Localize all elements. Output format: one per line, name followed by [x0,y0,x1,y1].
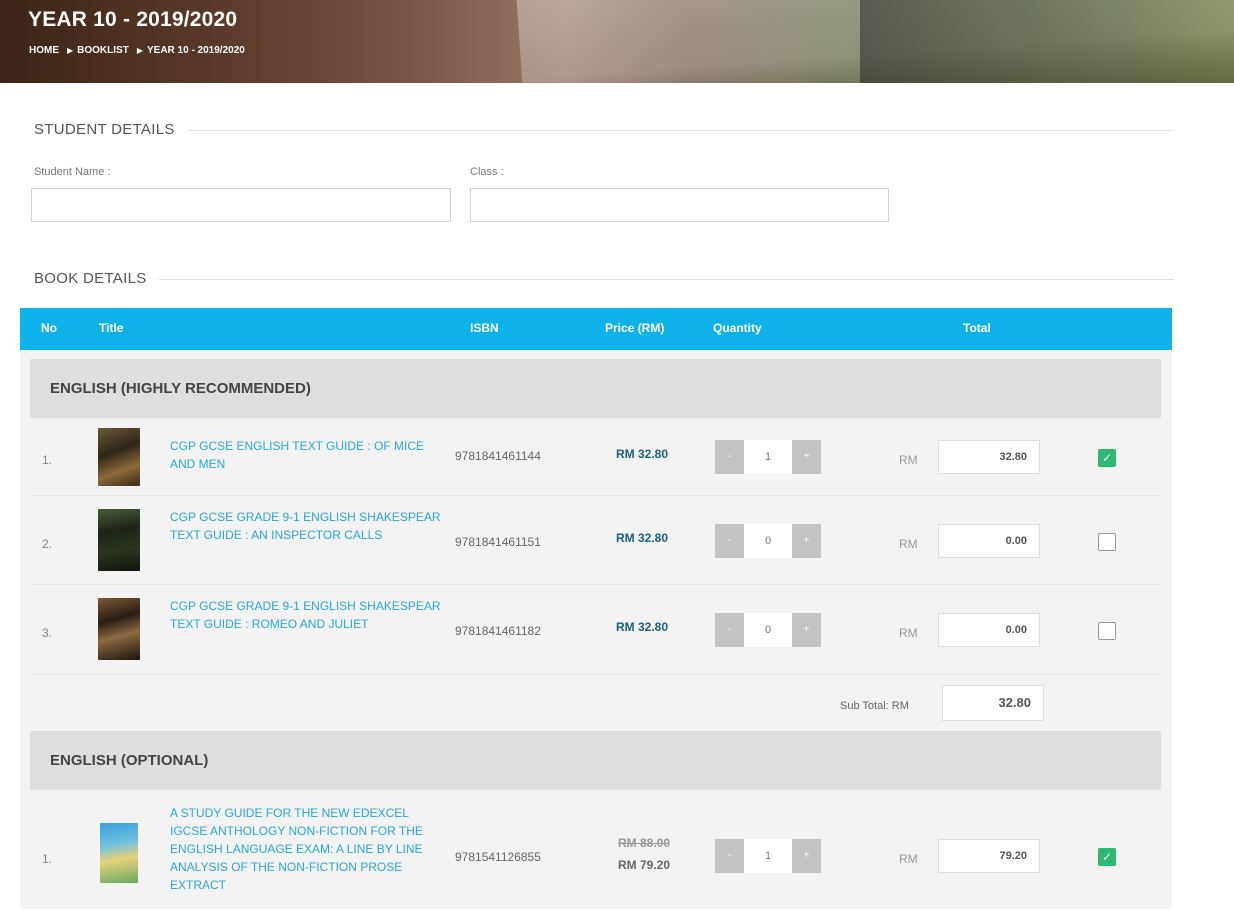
price: RM 32.80 [616,531,669,545]
price: RM 32.80 [616,620,669,634]
subtotal-value: 32.80 [942,685,1044,721]
row-number: 3. [42,626,53,640]
book-cover-image [98,428,140,486]
row-total: 79.20 [938,839,1040,873]
qty-plus-button[interactable]: + [792,613,821,647]
student-details-heading: STUDENT DETAILS [34,121,187,138]
col-title: Title [99,321,124,335]
qty-minus-button[interactable]: - [715,613,744,647]
student-name-label: Student Name : [34,166,111,178]
subtotal-row: Sub Total: RM 32.80 [20,675,1172,731]
qty-minus-button[interactable]: - [715,839,744,873]
book-cover-image [98,509,140,571]
book-title-link[interactable]: CGP GCSE ENGLISH TEXT GUIDE : OF MICE AN… [170,437,442,473]
row-total: 32.80 [938,440,1040,474]
qty-value[interactable]: 0 [744,524,792,558]
book-title-link[interactable]: CGP GCSE GRADE 9-1 ENGLISH SHAKESPEAR TE… [170,508,442,544]
qty-plus-button[interactable]: + [792,839,821,873]
student-name-input[interactable] [31,188,451,222]
book-table-body: ENGLISH (HIGHLY RECOMMENDED) 1. CGP GCSE… [20,350,1172,909]
isbn: 9781541126855 [455,850,541,864]
breadcrumb: HOME ▶ BOOKLIST ▶ YEAR 10 - 2019/2020 [29,45,249,56]
book-cover-image [98,598,140,660]
table-row: 1. CGP GCSE ENGLISH TEXT GUIDE : OF MICE… [20,418,1172,496]
original-price: RM 88.00 [618,836,671,850]
row-total: 0.00 [938,524,1040,558]
checkmark-icon: ✓ [1101,850,1113,864]
col-quantity: Quantity [713,321,762,335]
price: RM 79.20 [618,858,671,872]
table-row: 3. CGP GCSE GRADE 9-1 ENGLISH SHAKESPEAR… [20,585,1172,675]
currency-label: RM [899,453,918,467]
page-banner: YEAR 10 - 2019/2020 HOME ▶ BOOKLIST ▶ YEAR 1… [0,0,1234,83]
qty-plus-button[interactable]: + [792,524,821,558]
col-total: Total [963,321,991,335]
isbn: 9781841461151 [455,535,541,549]
table-row: 1. A STUDY GUIDE FOR THE NEW EDEXCEL IGC… [20,790,1172,920]
qty-minus-button[interactable]: - [715,524,744,558]
row-total: 0.00 [938,613,1040,647]
book-details-heading: BOOK DETAILS [34,270,159,287]
col-no: No [41,321,57,335]
quantity-stepper: - 0 + [715,613,821,647]
row-number: 1. [42,852,53,866]
select-checkbox[interactable]: ✓ [1098,449,1116,467]
col-isbn: ISBN [470,321,499,335]
qty-value[interactable]: 1 [744,839,792,873]
triangle-right-icon: ▶ [136,46,143,55]
book-title-link[interactable]: A STUDY GUIDE FOR THE NEW EDEXCEL IGCSE … [170,804,442,894]
qty-minus-button[interactable]: - [715,440,744,474]
category-header: ENGLISH (OPTIONAL) [30,731,1161,790]
book-cover-image [100,823,138,883]
qty-value[interactable]: 0 [744,613,792,647]
page-title: YEAR 10 - 2019/2020 [28,8,238,31]
checkmark-icon: ✓ [1101,451,1113,465]
triangle-right-icon: ▶ [67,46,74,55]
currency-label: RM [899,537,918,551]
qty-value[interactable]: 1 [744,440,792,474]
select-checkbox[interactable] [1098,533,1116,551]
qty-plus-button[interactable]: + [792,440,821,474]
price: RM 32.80 [616,447,669,461]
quantity-stepper: - 0 + [715,524,821,558]
category-header: ENGLISH (HIGHLY RECOMMENDED) [30,359,1161,418]
isbn: 9781841461182 [455,624,541,638]
col-price: Price (RM) [605,321,665,335]
currency-label: RM [899,626,918,640]
row-number: 1. [42,453,53,467]
class-input[interactable] [470,188,889,222]
select-checkbox[interactable]: ✓ [1098,848,1116,866]
class-label: Class : [470,166,504,178]
breadcrumb-home[interactable]: HOME [29,45,59,56]
subtotal-label: Sub Total: RM [840,700,909,712]
book-table-header: No Title ISBN Price (RM) Quantity Total [20,308,1172,350]
quantity-stepper: - 1 + [715,839,821,873]
breadcrumb-current: YEAR 10 - 2019/2020 [146,45,245,56]
quantity-stepper: - 1 + [715,440,821,474]
book-title-link[interactable]: CGP GCSE GRADE 9-1 ENGLISH SHAKESPEAR TE… [170,597,442,633]
table-row: 2. CGP GCSE GRADE 9-1 ENGLISH SHAKESPEAR… [20,496,1172,585]
breadcrumb-booklist[interactable]: BOOKLIST [77,45,129,56]
row-number: 2. [42,537,53,551]
currency-label: RM [899,852,918,866]
isbn: 9781841461144 [455,449,541,463]
select-checkbox[interactable] [1098,622,1116,640]
